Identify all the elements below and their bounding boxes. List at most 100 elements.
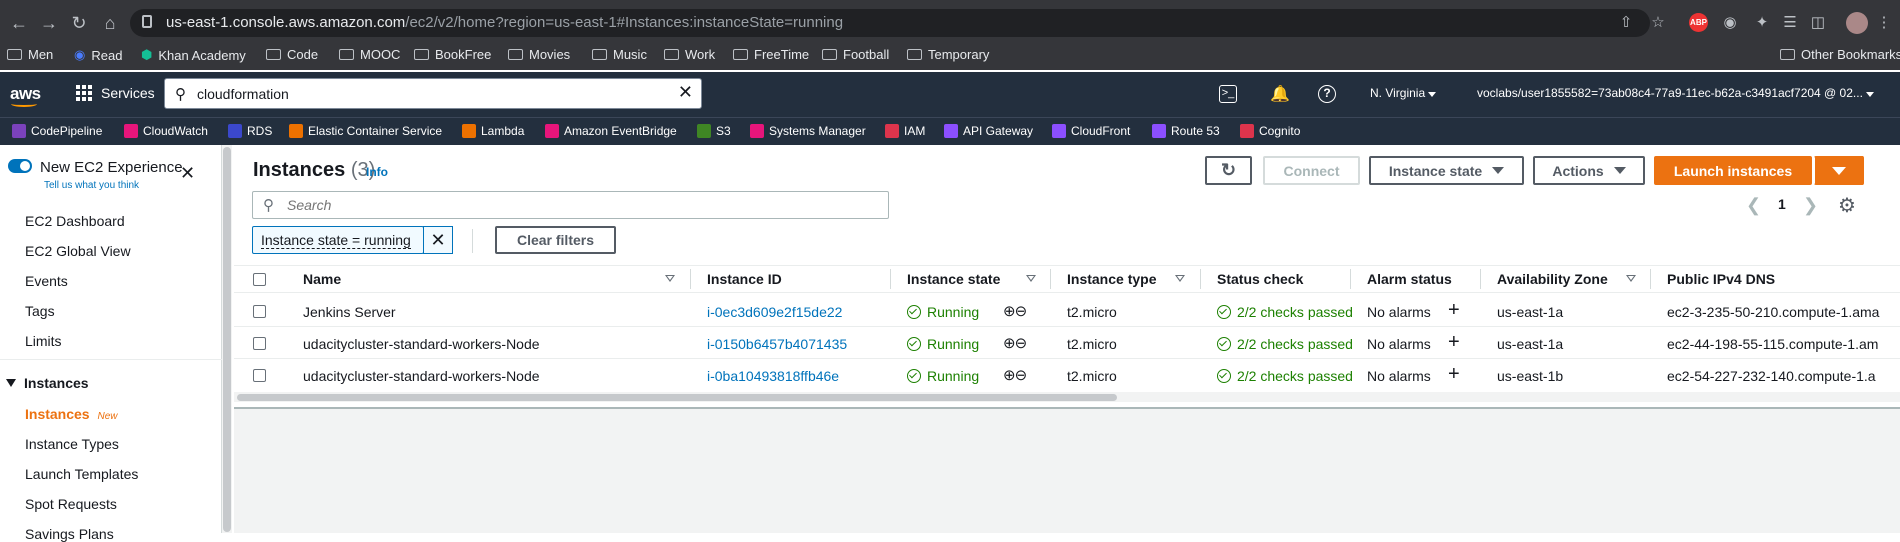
actions-button[interactable]: Actions bbox=[1533, 156, 1645, 185]
bookmark-men[interactable]: Men bbox=[7, 47, 53, 62]
notifications-bell-icon[interactable]: 🔔 bbox=[1270, 85, 1290, 105]
add-alarm-icon[interactable]: + bbox=[1448, 363, 1460, 386]
favorite-systems-manager[interactable]: Systems Manager bbox=[750, 124, 866, 138]
url-text[interactable]: us-east-1.console.aws.amazon.com/ec2/v2/… bbox=[166, 14, 843, 31]
column-header-status-check[interactable]: Status check bbox=[1217, 271, 1303, 287]
sidebar-item-launch-templates[interactable]: Launch Templates bbox=[25, 466, 138, 482]
sort-icon[interactable] bbox=[1175, 275, 1185, 282]
column-divider[interactable] bbox=[1650, 269, 1651, 289]
camera-extension-icon[interactable]: ◉ bbox=[1720, 13, 1740, 33]
column-header-instance-id[interactable]: Instance ID bbox=[707, 271, 782, 287]
column-header-alarm-status[interactable]: Alarm status bbox=[1367, 271, 1452, 287]
column-divider[interactable] bbox=[1050, 269, 1051, 289]
back-icon[interactable]: ← bbox=[8, 12, 30, 34]
column-header-instance-state[interactable]: Instance state bbox=[907, 271, 1000, 287]
bookmark-work[interactable]: Work bbox=[664, 47, 715, 62]
sidebar-item-spot-requests[interactable]: Spot Requests bbox=[25, 496, 117, 512]
favorite-ecs[interactable]: Elastic Container Service bbox=[289, 124, 442, 138]
row-checkbox[interactable] bbox=[253, 305, 266, 318]
cloudshell-icon[interactable]: >_ bbox=[1219, 85, 1237, 103]
add-alarm-icon[interactable]: + bbox=[1448, 331, 1460, 354]
bookmark-mooc[interactable]: MOOC bbox=[339, 47, 400, 62]
refresh-button[interactable]: ↻ bbox=[1205, 156, 1252, 185]
bookmark-code[interactable]: Code bbox=[266, 47, 318, 62]
sidebar-item-limits[interactable]: Limits bbox=[25, 333, 62, 349]
bookmark-other[interactable]: Other Bookmarks bbox=[1780, 47, 1900, 62]
launch-instances-dropdown[interactable] bbox=[1814, 156, 1864, 185]
clear-filters-button[interactable]: Clear filters bbox=[495, 226, 616, 254]
favorite-s3[interactable]: S3 bbox=[697, 124, 731, 138]
cell-instance-id-link[interactable]: i-0150b6457b4071435 bbox=[707, 336, 847, 352]
column-divider[interactable] bbox=[890, 269, 891, 289]
scrollbar-thumb[interactable] bbox=[237, 394, 1117, 401]
sort-icon[interactable] bbox=[1626, 275, 1636, 282]
favorite-cloudwatch[interactable]: CloudWatch bbox=[124, 124, 208, 138]
settings-gear-icon[interactable]: ⚙ bbox=[1838, 193, 1856, 218]
sort-icon[interactable] bbox=[1026, 275, 1036, 282]
zoom-in-out-icon[interactable]: ⊕⊖ bbox=[1003, 334, 1027, 352]
column-header-instance-type[interactable]: Instance type bbox=[1067, 271, 1156, 287]
sidebar-item-events[interactable]: Events bbox=[25, 273, 68, 289]
row-checkbox[interactable] bbox=[253, 369, 266, 382]
table-horizontal-scrollbar[interactable] bbox=[234, 392, 1900, 402]
favorite-codepipeline[interactable]: CodePipeline bbox=[12, 124, 102, 138]
instance-search-input[interactable] bbox=[287, 197, 867, 213]
sidebar-item-ec2-dashboard[interactable]: EC2 Dashboard bbox=[25, 213, 125, 229]
row-checkbox[interactable] bbox=[253, 337, 266, 350]
bookmark-khan-academy[interactable]: ⬢ Khan Academy bbox=[141, 47, 246, 63]
adblock-extension-icon[interactable]: ABP bbox=[1689, 13, 1708, 32]
select-all-checkbox[interactable] bbox=[253, 273, 266, 286]
aws-search-input[interactable] bbox=[197, 84, 677, 104]
instance-search[interactable]: ⚲ bbox=[252, 191, 889, 219]
cell-instance-id-link[interactable]: i-0ec3d609e2f15de22 bbox=[707, 304, 842, 320]
favorite-iam[interactable]: IAM bbox=[885, 124, 925, 138]
connect-button[interactable]: Connect bbox=[1263, 156, 1360, 185]
sidebar-item-ec2-global-view[interactable]: EC2 Global View bbox=[25, 243, 131, 259]
next-page-icon[interactable]: ❯ bbox=[1803, 195, 1818, 216]
region-selector[interactable]: N. Virginia bbox=[1370, 86, 1437, 100]
bookmark-read[interactable]: ◉ Read bbox=[74, 47, 122, 63]
sidepanel-icon[interactable]: ◫ bbox=[1808, 13, 1828, 33]
add-alarm-icon[interactable]: + bbox=[1448, 299, 1460, 322]
aws-logo[interactable]: aws bbox=[10, 84, 41, 107]
column-divider[interactable] bbox=[1480, 269, 1481, 289]
home-icon[interactable]: ⌂ bbox=[99, 12, 121, 34]
favorite-cognito[interactable]: Cognito bbox=[1240, 124, 1300, 138]
bookmark-freetime[interactable]: FreeTime bbox=[733, 47, 809, 62]
sidebar-item-instances[interactable]: Instances New bbox=[25, 406, 118, 422]
launch-instances-button[interactable]: Launch instances bbox=[1654, 156, 1812, 185]
column-divider[interactable] bbox=[1200, 269, 1201, 289]
column-header-availability-zone[interactable]: Availability Zone bbox=[1497, 271, 1608, 287]
column-divider[interactable] bbox=[1350, 269, 1351, 289]
bookmark-movies[interactable]: Movies bbox=[508, 47, 570, 62]
column-header-name[interactable]: Name bbox=[303, 271, 341, 287]
favorite-rds[interactable]: RDS bbox=[228, 124, 272, 138]
clear-search-icon[interactable]: ✕ bbox=[678, 82, 693, 103]
reload-icon[interactable]: ↻ bbox=[68, 12, 90, 34]
bookmark-temporary[interactable]: Temporary bbox=[907, 47, 989, 62]
info-link[interactable]: Info bbox=[366, 165, 388, 179]
extensions-icon[interactable]: ✦ bbox=[1752, 13, 1772, 33]
bookmark-music[interactable]: Music bbox=[592, 47, 647, 62]
account-menu[interactable]: voclabs/user1855582=73ab08c4-77a9-11ec-b… bbox=[1477, 86, 1875, 100]
bookmark-bookfree[interactable]: BookFree bbox=[414, 47, 491, 62]
reading-list-icon[interactable]: ☰ bbox=[1780, 13, 1800, 33]
instance-state-button[interactable]: Instance state bbox=[1369, 156, 1524, 185]
zoom-in-out-icon[interactable]: ⊕⊖ bbox=[1003, 366, 1027, 384]
sidebar-item-savings-plans[interactable]: Savings Plans bbox=[25, 526, 114, 542]
aws-search[interactable]: ⚲ ✕ bbox=[164, 78, 702, 109]
page-number[interactable]: 1 bbox=[1778, 196, 1786, 212]
feedback-link[interactable]: Tell us what you think bbox=[44, 180, 139, 191]
favorite-api-gateway[interactable]: API Gateway bbox=[944, 124, 1033, 138]
remove-filter-icon[interactable]: ✕ bbox=[423, 226, 453, 254]
sidebar-scrollbar[interactable] bbox=[222, 145, 232, 533]
sidebar-item-instance-types[interactable]: Instance Types bbox=[25, 436, 119, 452]
favorite-cloudfront[interactable]: CloudFront bbox=[1052, 124, 1130, 138]
favorite-eventbridge[interactable]: Amazon EventBridge bbox=[545, 124, 677, 138]
column-divider[interactable] bbox=[690, 269, 691, 289]
close-icon[interactable]: ✕ bbox=[180, 164, 195, 182]
cell-instance-id-link[interactable]: i-0ba10493818ffb46e bbox=[707, 368, 839, 384]
profile-avatar[interactable] bbox=[1846, 12, 1868, 34]
forward-icon[interactable]: → bbox=[38, 12, 60, 34]
help-icon[interactable]: ? bbox=[1318, 85, 1336, 103]
